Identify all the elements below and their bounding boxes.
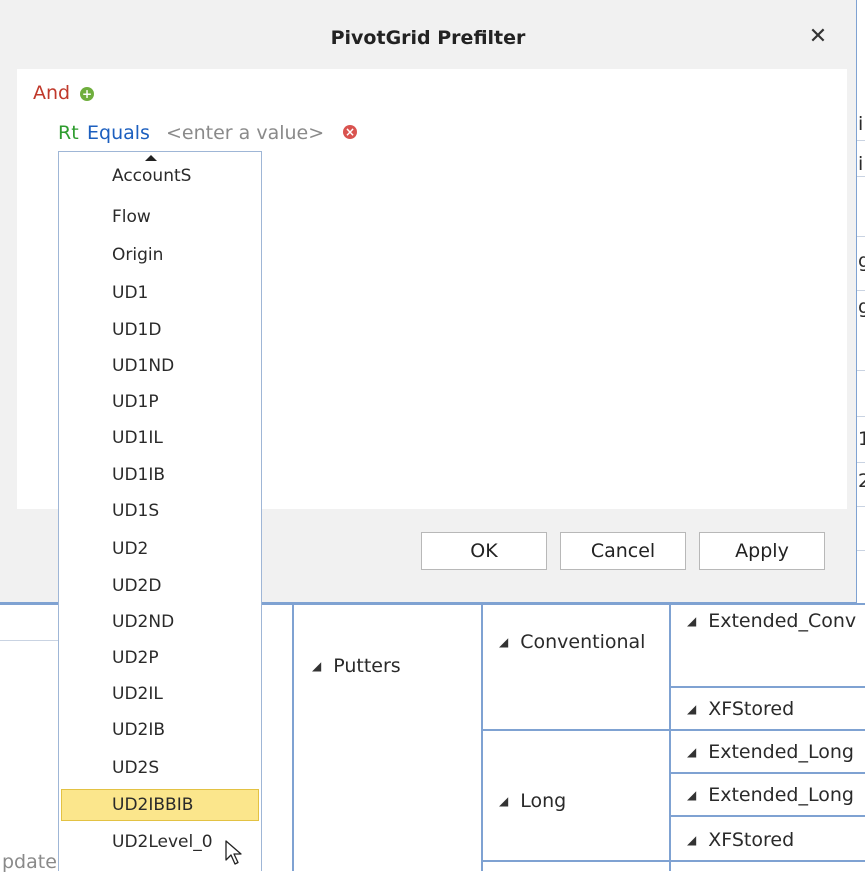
field-dropdown-list[interactable]: AccountS Flow Origin UD1 UD1D UD1ND UD1P… (58, 151, 262, 871)
grid-cell-cutoff: 2 (858, 470, 865, 492)
dropdown-item[interactable]: AccountS (61, 160, 259, 192)
expand-triangle-icon[interactable]: ◢ (687, 833, 696, 847)
grid-cell-cutoff: g (858, 296, 865, 318)
grid-cell-long[interactable]: ◢ Long (499, 790, 566, 812)
group-operator[interactable]: And (33, 82, 70, 104)
dropdown-item[interactable]: UD2 (61, 533, 259, 565)
condition-operator[interactable]: Equals (87, 122, 150, 144)
expand-triangle-icon[interactable]: ◢ (499, 635, 508, 649)
expand-triangle-icon[interactable]: ◢ (687, 745, 696, 759)
mouse-cursor-icon (225, 840, 242, 865)
dropdown-item[interactable]: UD1IL (61, 422, 259, 454)
apply-button[interactable]: Apply (699, 532, 825, 570)
dropdown-item[interactable]: UD2P (61, 642, 259, 674)
dropdown-item[interactable]: UD2IL (61, 678, 259, 710)
dropdown-item[interactable]: Origin (61, 239, 259, 271)
grid-cell-extended-conv[interactable]: ◢ Extended_Conv (687, 610, 856, 632)
grid-cell-cutoff: i (858, 113, 864, 135)
dropdown-item[interactable]: UD1ND (61, 350, 259, 382)
dropdown-item[interactable]: UD1 (61, 277, 259, 309)
dropdown-item[interactable]: UD2D (61, 570, 259, 602)
dropdown-item[interactable]: UD1D (61, 314, 259, 346)
grid-cell-cutoff: g (858, 250, 865, 272)
ok-button[interactable]: OK (421, 532, 547, 570)
grid-cell-extended-long[interactable]: ◢ Extended_Long (687, 741, 854, 763)
status-text-cutoff: pdate (2, 851, 57, 873)
dropdown-item[interactable]: Flow (61, 201, 259, 233)
grid-cell-cutoff: 1 (858, 428, 865, 450)
dialog-title: PivotGrid Prefilter (330, 27, 526, 49)
remove-condition-icon[interactable]: × (343, 125, 357, 139)
dropdown-item[interactable]: UD1IB (61, 459, 259, 491)
expand-triangle-icon[interactable]: ◢ (687, 614, 696, 628)
dropdown-item[interactable]: UD1S (61, 495, 259, 527)
expand-triangle-icon[interactable]: ◢ (312, 659, 321, 673)
dropdown-item[interactable]: UD1P (61, 386, 259, 418)
dropdown-item[interactable]: UD2S (61, 752, 259, 784)
grid-cell-extended-long[interactable]: ◢ Extended_Long (687, 784, 854, 806)
close-icon[interactable]: ✕ (805, 24, 831, 50)
dropdown-item[interactable]: UD2ND (61, 606, 259, 638)
condition-field[interactable]: Rt (58, 122, 79, 144)
grid-cell-putters[interactable]: ◢ Putters (312, 655, 401, 677)
expand-triangle-icon[interactable]: ◢ (687, 702, 696, 716)
expand-triangle-icon[interactable]: ◢ (687, 788, 696, 802)
grid-cell-conventional[interactable]: ◢ Conventional (499, 631, 645, 653)
grid-cell-cutoff: i (858, 153, 864, 175)
condition-value-input[interactable]: <enter a value> (166, 122, 324, 144)
add-condition-icon[interactable]: + (80, 87, 94, 101)
dropdown-item[interactable]: UD2IB (61, 714, 259, 746)
dropdown-item-selected[interactable]: UD2IBBIB (61, 789, 259, 821)
grid-cell-xfstored[interactable]: ◢ XFStored (687, 829, 794, 851)
expand-triangle-icon[interactable]: ◢ (499, 794, 508, 808)
cancel-button[interactable]: Cancel (560, 532, 686, 570)
grid-cell-xfstored[interactable]: ◢ XFStored (687, 698, 794, 720)
